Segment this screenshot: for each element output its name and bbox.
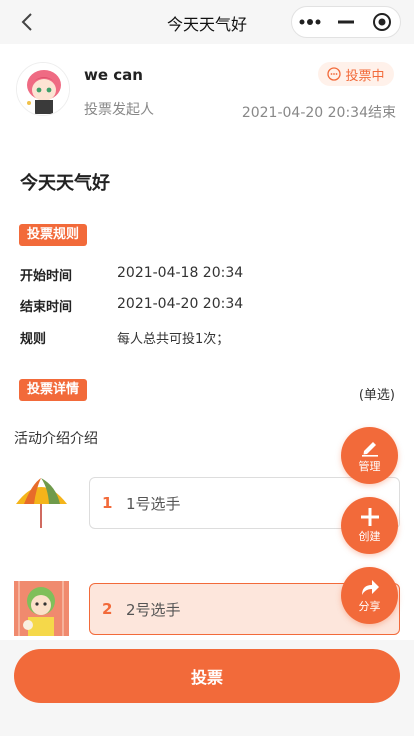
creator-avatar bbox=[16, 62, 70, 116]
option-image-umbrella[interactable] bbox=[14, 474, 69, 529]
status-label: 投票中 bbox=[345, 68, 385, 84]
option-number: 1 bbox=[102, 494, 113, 512]
nav-bar: 今天天气好 bbox=[0, 0, 414, 44]
details-tag: 投票详情 bbox=[19, 379, 88, 401]
target-circle-icon bbox=[373, 13, 391, 31]
share-fab[interactable]: 分享 bbox=[341, 567, 398, 624]
rule-key: 开始时间 bbox=[20, 269, 73, 284]
pencil-icon bbox=[361, 442, 378, 457]
creator-name: we can bbox=[84, 66, 143, 84]
option-image-character[interactable] bbox=[14, 581, 69, 636]
share-arrow-icon bbox=[361, 580, 379, 595]
creator-role: 投票发起人 bbox=[84, 102, 154, 118]
rules-tag: 投票规则 bbox=[19, 224, 88, 246]
create-label: 创建 bbox=[358, 530, 381, 543]
submit-vote-button[interactable]: 投票 bbox=[14, 649, 400, 703]
manage-fab[interactable]: 管理 bbox=[341, 427, 398, 484]
rule-key: 规则 bbox=[20, 332, 47, 347]
option-number: 2 bbox=[102, 600, 113, 618]
activity-intro: 活动介绍介绍 bbox=[14, 431, 98, 447]
rule-value: 2021-04-18 20:34 bbox=[117, 265, 244, 281]
rule-value: 2021-04-20 20:34 bbox=[117, 296, 244, 312]
vote-card: we can 投票发起人 投票中 2021-04-20 20:34结束 今天天气… bbox=[0, 44, 414, 640]
more-menu-button[interactable] bbox=[292, 7, 328, 37]
end-time: 2021-04-20 20:34结束 bbox=[241, 105, 396, 121]
create-fab[interactable]: 创建 bbox=[341, 497, 398, 554]
rule-value: 每人总共可投1次； bbox=[117, 332, 230, 347]
option-label: 1号选手 bbox=[126, 494, 181, 513]
manage-label: 管理 bbox=[358, 460, 381, 473]
selection-mode: (单选) bbox=[358, 388, 395, 403]
minus-icon bbox=[338, 20, 354, 24]
status-badge: 投票中 bbox=[318, 62, 394, 86]
rule-key: 结束时间 bbox=[20, 300, 73, 315]
minimize-button[interactable] bbox=[328, 7, 364, 37]
close-mini-program-button[interactable] bbox=[364, 7, 400, 37]
mini-program-capsule bbox=[291, 6, 401, 38]
plus-icon bbox=[360, 508, 379, 526]
option-label: 2号选手 bbox=[126, 600, 181, 619]
vote-title: 今天天气好 bbox=[20, 173, 110, 194]
clock-dots-icon bbox=[327, 67, 342, 81]
share-label: 分享 bbox=[358, 600, 381, 613]
more-dots-icon bbox=[299, 19, 321, 25]
